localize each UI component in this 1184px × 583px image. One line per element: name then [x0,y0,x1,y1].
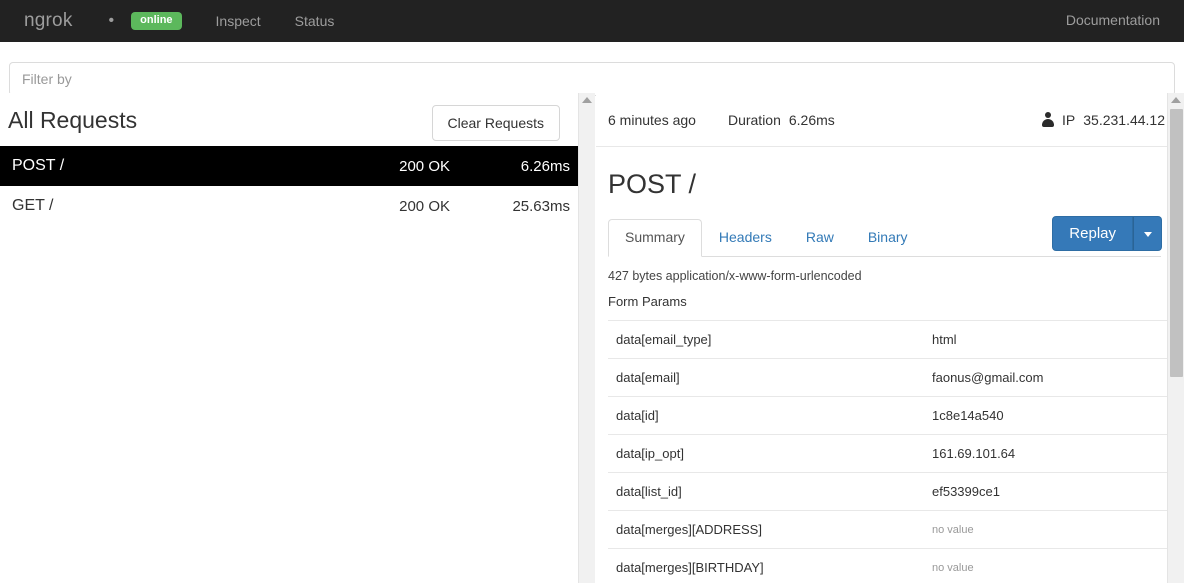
requests-panel: All Requests Clear Requests POST / 200 O… [0,93,578,583]
person-icon [1041,112,1055,127]
param-key: data[merges][BIRTHDAY] [616,560,764,575]
table-row: data[merges][BIRTHDAY] no value [608,548,1167,583]
filter-bar [0,42,1184,96]
replay-split-button: Replay [1052,216,1162,251]
nav-separator-dot: • [108,12,115,29]
request-duration: 25.63ms [512,197,570,215]
detail-tabs: Summary Headers Raw Binary Replay [608,216,1162,257]
content-type-line: 427 bytes application/x-www-form-urlenco… [608,269,862,283]
chevron-down-icon[interactable] [1133,216,1162,251]
filter-input[interactable] [9,62,1175,96]
requests-panel-header: All Requests Clear Requests [0,93,578,146]
tab-binary[interactable]: Binary [851,219,925,257]
ngrok-logo[interactable]: ngrok [24,10,73,32]
client-ip-group: IP 35.231.44.12 [1041,112,1165,128]
request-duration: 6.26ms [520,157,570,175]
clear-requests-button[interactable]: Clear Requests [431,105,560,141]
scroll-up-arrow-icon[interactable] [1171,97,1181,103]
nav-link-status[interactable]: Status [295,13,335,29]
table-row: data[merges][ADDRESS] no value [608,510,1167,549]
form-params-label: Form Params [608,294,687,309]
tab-raw[interactable]: Raw [789,219,851,257]
replay-button[interactable]: Replay [1052,216,1133,251]
request-status: 200 OK [399,197,450,215]
request-method-path: GET / [12,197,54,214]
param-key: data[ip_opt] [616,446,684,461]
request-timestamp: 6 minutes ago [608,111,696,128]
param-value: html [932,332,957,347]
param-value: 1c8e14a540 [932,408,1004,423]
duration-label: Duration [727,111,781,128]
ip-label: IP [1062,111,1076,128]
param-value: no value [932,561,974,574]
request-title: POST / [608,169,697,199]
param-key: data[email_type] [616,332,712,347]
tab-headers[interactable]: Headers [702,219,789,257]
table-row: data[id] 1c8e14a540 [608,396,1167,435]
param-key: data[merges][ADDRESS] [616,522,762,537]
tab-summary[interactable]: Summary [608,219,702,257]
top-navbar: ngrok • online Inspect Status Documentat… [0,0,1184,42]
param-value: no value [932,523,974,536]
param-key: data[id] [616,408,659,423]
duration-value: 6.26ms [788,111,835,128]
param-value: faonus@gmail.com [932,370,1044,385]
table-row: data[list_id] ef53399ce1 [608,472,1167,511]
request-method-path: POST / [12,157,65,174]
left-panel-scrollbar[interactable] [578,93,595,583]
table-row: data[email] faonus@gmail.com [608,358,1167,397]
table-row[interactable]: POST / 200 OK 6.26ms [0,146,578,186]
request-status: 200 OK [399,157,450,175]
status-badge: online [131,12,182,30]
page-title: All Requests [8,107,138,133]
scrollbar-thumb[interactable] [1170,109,1183,377]
param-key: data[email] [616,370,680,385]
scroll-up-arrow-icon[interactable] [582,97,592,103]
table-row: data[ip_opt] 161.69.101.64 [608,434,1167,473]
param-value: 161.69.101.64 [932,446,1016,461]
param-value: ef53399ce1 [932,484,1000,499]
table-row: data[email_type] html [608,320,1167,359]
right-panel-scrollbar[interactable] [1167,93,1184,583]
nav-link-inspect[interactable]: Inspect [216,13,261,29]
ip-value: 35.231.44.12 [1083,111,1165,128]
navbar-right-group: Documentation [1066,12,1160,30]
form-params-table: data[email_type] html data[email] faonus… [608,320,1167,583]
request-meta-row: 6 minutes ago Duration 6.26ms IP 35.231.… [596,93,1167,147]
table-row[interactable]: GET / 200 OK 25.63ms [0,186,578,226]
nav-link-documentation[interactable]: Documentation [1066,12,1160,28]
request-detail-panel: 6 minutes ago Duration 6.26ms IP 35.231.… [596,93,1167,583]
param-key: data[list_id] [616,484,682,499]
